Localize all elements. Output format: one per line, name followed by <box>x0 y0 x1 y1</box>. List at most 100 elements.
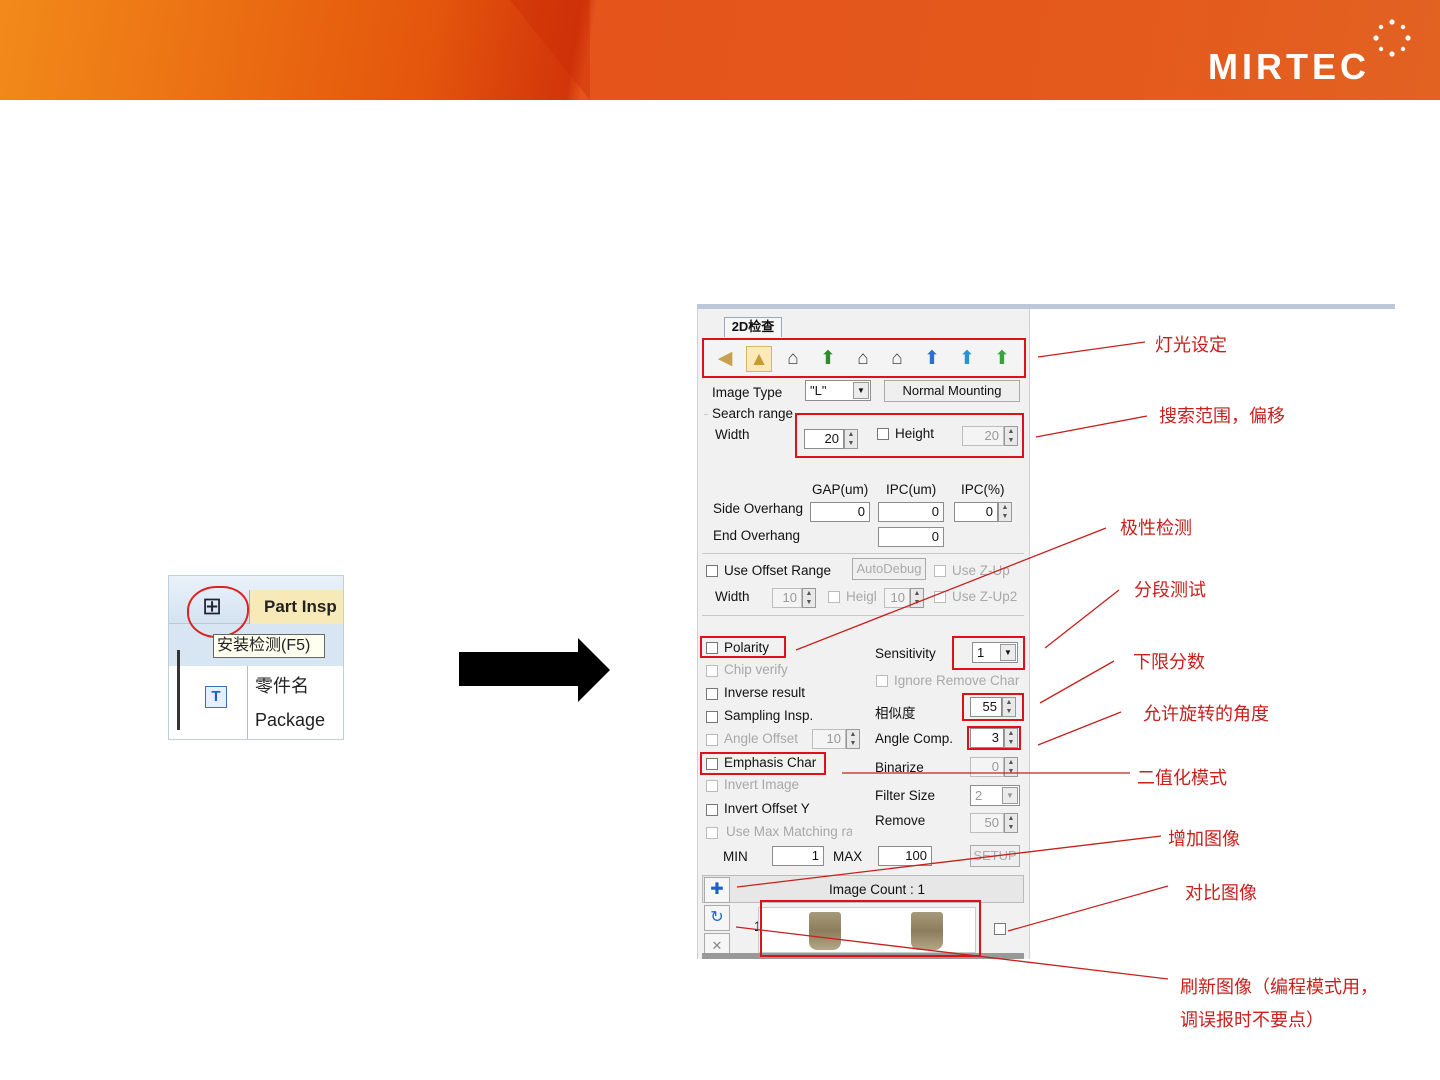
offset-width-spinner[interactable]: ▲ ▼ <box>802 588 816 608</box>
chip-verify-checkbox[interactable] <box>706 665 718 677</box>
angle-offset-input[interactable]: 10 <box>812 729 846 749</box>
gap-um-header: GAP(um) <box>812 482 869 497</box>
side-ipc-pct-input[interactable]: 0 <box>954 502 998 522</box>
tab-2d-inspect[interactable]: 2D检查 <box>724 317 782 337</box>
add-image-button[interactable]: ✚ <box>704 877 730 903</box>
use-zup2-label: Use Z-Up2 <box>952 589 1018 604</box>
sampling-insp-label: Sampling Insp. <box>724 708 814 723</box>
image-count-text: Image Count : 1 <box>829 882 926 897</box>
use-max-matching-checkbox[interactable] <box>706 827 718 839</box>
banner-facet <box>510 0 590 100</box>
remove-input[interactable]: 50 <box>970 813 1004 833</box>
annotation-rotation: 允许旋转的角度 <box>1143 704 1269 724</box>
chevron-down-icon[interactable]: ▼ <box>853 382 869 399</box>
use-zup-label: Use Z-Up <box>952 563 1010 578</box>
chevron-down-icon[interactable]: ▼ <box>1002 787 1018 804</box>
inverse-result-checkbox[interactable] <box>706 688 718 700</box>
toolbar-snippet: ⊞ Part Insp 安装检测(F5) T 零件名 Package <box>168 575 344 740</box>
invert-image-label: Invert Image <box>724 777 800 792</box>
highlight-thumbnails <box>760 900 981 957</box>
offset-height-checkbox[interactable] <box>828 591 840 603</box>
filter-size-label: Filter Size <box>875 788 936 803</box>
side-ipc-um-input[interactable]: 0 <box>878 502 944 522</box>
logo-star-icon <box>1373 19 1411 57</box>
column-part-name: 零件名 <box>255 676 309 696</box>
similarity-label: 相似度 <box>875 706 916 721</box>
text-t-icon[interactable]: T <box>205 686 227 708</box>
group-line <box>704 414 708 415</box>
highlight-light-toolbar <box>702 338 1026 378</box>
offset-height-label: Heigl <box>846 589 877 604</box>
width-label: Width <box>715 427 750 442</box>
image-count-bar: Image Count : 1 <box>702 875 1024 903</box>
part-insp-tab[interactable]: Part Insp <box>249 590 343 624</box>
offset-width-label: Width <box>715 589 750 604</box>
use-offset-range-checkbox[interactable] <box>706 565 718 577</box>
annotation-search-range: 搜索范围，偏移 <box>1159 406 1285 426</box>
annotation-refresh-image-1: 刷新图像（编程模式用， <box>1180 977 1378 997</box>
normal-mounting-button[interactable]: Normal Mounting <box>884 380 1020 402</box>
header-banner: MIRTEC <box>0 0 1440 100</box>
offset-height-spinner[interactable]: ▲ ▼ <box>910 588 924 608</box>
column-package: Package <box>255 710 326 730</box>
inverse-result-label: Inverse result <box>724 685 806 700</box>
highlight-similarity <box>962 693 1024 721</box>
angle-comp-label: Angle Comp. <box>875 731 954 746</box>
min-input[interactable]: 1 <box>772 846 824 866</box>
filter-size-select[interactable]: 2 ▼ <box>970 785 1020 806</box>
filter-size-value: 2 <box>975 788 983 803</box>
mirtec-logo: MIRTEC <box>1208 46 1370 87</box>
right-arrow-body <box>459 652 581 686</box>
image-type-label: Image Type <box>712 385 783 400</box>
use-zup-checkbox[interactable] <box>934 565 946 577</box>
max-input[interactable]: 100 <box>878 846 932 866</box>
invert-image-checkbox[interactable] <box>706 780 718 792</box>
side-ipc-pct-spinner[interactable]: ▲ ▼ <box>998 502 1012 522</box>
binarize-spinner[interactable]: ▲ ▼ <box>1004 757 1018 777</box>
angle-offset-checkbox[interactable] <box>706 734 718 746</box>
highlight-sensitivity <box>952 636 1025 670</box>
refresh-image-button[interactable]: ↻ <box>704 905 730 931</box>
snippet-bar <box>177 650 180 730</box>
offset-height-input[interactable]: 10 <box>884 588 910 608</box>
use-offset-range-label: Use Offset Range <box>724 563 832 578</box>
highlight-polarity <box>700 636 786 658</box>
compare-image-checkbox[interactable] <box>994 923 1006 935</box>
autodebug-button[interactable]: AutoDebug <box>852 558 926 580</box>
side-gap-input[interactable]: 0 <box>810 502 870 522</box>
min-label: MIN <box>723 849 748 864</box>
annotation-polarity: 极性检测 <box>1120 518 1192 538</box>
image-type-select[interactable]: "L" ▼ <box>805 380 871 401</box>
invert-offset-y-checkbox[interactable] <box>706 804 718 816</box>
annotation-add-image: 增加图像 <box>1168 829 1240 849</box>
ignore-remove-char-checkbox[interactable] <box>876 675 888 687</box>
ignore-remove-char-label: Ignore Remove Char <box>894 673 1020 688</box>
sampling-insp-checkbox[interactable] <box>706 711 718 723</box>
offset-width-input[interactable]: 10 <box>772 588 802 608</box>
binarize-input[interactable]: 0 <box>970 757 1004 777</box>
side-overhang-label: Side Overhang <box>713 501 804 516</box>
annotation-lower-limit: 下限分数 <box>1133 652 1205 672</box>
annotation-refresh-image-2: 调误报时不要点） <box>1180 1010 1324 1030</box>
sensitivity-label: Sensitivity <box>875 646 936 661</box>
remove-spinner[interactable]: ▲ ▼ <box>1004 813 1018 833</box>
use-max-matching-label: Use Max Matching ra <box>726 824 852 839</box>
use-zup2-checkbox[interactable] <box>934 591 946 603</box>
end-ipc-um-input[interactable]: 0 <box>878 527 944 547</box>
divider <box>702 615 1024 616</box>
angle-offset-label: Angle Offset <box>724 731 799 746</box>
divider <box>702 553 1024 554</box>
setup-button[interactable]: SETUP <box>970 845 1020 867</box>
angle-offset-spinner[interactable]: ▲ ▼ <box>846 729 860 749</box>
highlight-search-range <box>795 413 1024 458</box>
highlight-circle <box>187 586 249 638</box>
annotation-compare-image: 对比图像 <box>1185 883 1257 903</box>
right-arrow-head <box>578 638 610 702</box>
end-overhang-label: End Overhang <box>713 528 801 543</box>
ipc-um-header: IPC(um) <box>886 482 937 497</box>
max-label: MAX <box>833 849 863 864</box>
annotation-binarize: 二值化模式 <box>1137 768 1227 788</box>
remove-label: Remove <box>875 813 926 828</box>
inspection-2d-panel: 2D检查 ◀ ▲ ⌂ ⬆ ⌂ ⌂ ⬆ ⬆ ⬆ Image Type "L" ▼ … <box>697 309 1030 959</box>
binarize-label: Binarize <box>875 760 924 775</box>
